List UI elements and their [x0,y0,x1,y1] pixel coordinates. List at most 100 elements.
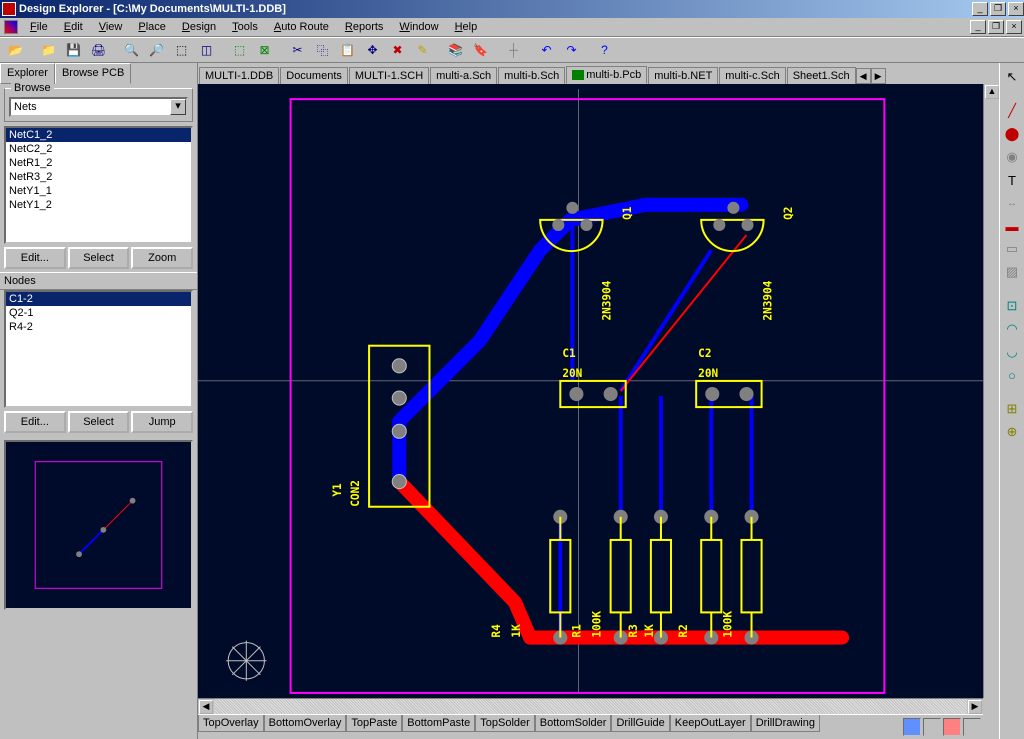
browse-combo[interactable]: Nets ▾ [9,97,188,117]
horizontal-scrollbar[interactable]: ◀ ▶ [198,698,983,714]
tb-deselect-icon[interactable]: ⊠ [253,39,276,61]
status-icon[interactable] [943,718,961,736]
close-button[interactable]: × [1008,2,1024,16]
list-item[interactable]: Q2-1 [6,306,191,320]
circle-icon[interactable]: ○ [1002,365,1022,385]
layer-tab[interactable]: DrillGuide [611,715,669,732]
status-icon[interactable] [923,718,941,736]
nets-select-button[interactable]: Select [68,247,130,269]
nets-edit-button[interactable]: Edit... [4,247,66,269]
layer-tab[interactable]: TopSolder [475,715,535,732]
tb-browse-icon[interactable]: 🔖 [469,39,492,61]
track-icon[interactable]: ╱ [1002,101,1022,121]
tb-cut-icon[interactable]: ✂ [286,39,309,61]
via-icon[interactable]: ◉ [1002,147,1022,167]
array-icon[interactable]: ⊞ [1002,399,1022,419]
tab-scroll-left-icon[interactable]: ◀ [856,68,871,84]
doc-close-button[interactable]: × [1006,20,1022,34]
tb-zoomfit-icon[interactable]: ◫ [195,39,218,61]
tb-paste-icon[interactable]: 📋 [336,39,359,61]
list-item[interactable]: NetY1_2 [6,198,191,212]
tab-browse-pcb[interactable]: Browse PCB [55,63,131,84]
nodes-jump-button[interactable]: Jump [131,411,193,433]
text-icon[interactable]: T [1002,170,1022,190]
status-icon[interactable] [963,718,981,736]
list-item[interactable]: NetC1_2 [6,128,191,142]
tb-select-icon[interactable]: ⬚ [228,39,251,61]
layer-tab[interactable]: BottomSolder [535,715,612,732]
tb-print-icon[interactable]: 🖨 [87,39,110,61]
layer-tab[interactable]: DrillDrawing [751,715,820,732]
layer-tab[interactable]: KeepOutLayer [670,715,751,732]
tb-redo-icon[interactable]: ↷ [560,39,583,61]
scroll-left-icon[interactable]: ◀ [199,700,213,714]
doc-tab[interactable]: multi-a.Sch [430,67,497,84]
tb-clear-icon[interactable]: ✖ [386,39,409,61]
tb-zoomout-icon[interactable]: 🔎 [145,39,168,61]
menu-view[interactable]: View [91,19,131,35]
doc-tab[interactable]: MULTI-1.SCH [349,67,429,84]
arc2-icon[interactable]: ◡ [1002,342,1022,362]
menu-window[interactable]: Window [391,19,446,35]
nodes-select-button[interactable]: Select [68,411,130,433]
status-icon[interactable] [903,718,921,736]
tb-open-icon[interactable]: 📂 [4,39,27,61]
doc-tab-active[interactable]: multi-b.Pcb [566,66,647,84]
component-icon[interactable]: ⊡ [1002,296,1022,316]
menu-autoroute[interactable]: Auto Route [266,19,337,35]
doc-minimize-button[interactable]: _ [970,20,986,34]
nets-zoom-button[interactable]: Zoom [131,247,193,269]
tb-edit-icon[interactable]: ✎ [411,39,434,61]
tb-grid-icon[interactable]: ┼ [502,39,525,61]
menu-file[interactable]: File [22,19,56,35]
tb-help-icon[interactable]: ? [593,39,616,61]
poly-icon[interactable]: ▨ [1002,262,1022,282]
menu-tools[interactable]: Tools [224,19,266,35]
list-item[interactable]: NetR3_2 [6,170,191,184]
cursor-icon[interactable]: ↖ [1002,67,1022,87]
fill-icon[interactable]: ▬ [1002,216,1022,236]
scroll-right-icon[interactable]: ▶ [968,700,982,714]
layer-tab[interactable]: TopPaste [346,715,402,732]
minimap[interactable] [4,440,193,610]
doc-tab[interactable]: multi-b.NET [648,67,718,84]
tb-copy-icon[interactable]: ⿻ [311,39,334,61]
chevron-down-icon[interactable]: ▾ [170,99,186,115]
tab-scroll-right-icon[interactable]: ▶ [871,68,886,84]
list-item[interactable]: C1-2 [6,292,191,306]
tb-move-icon[interactable]: ✥ [361,39,384,61]
tb-zoomin-icon[interactable]: 🔍 [120,39,143,61]
tb-zoomregion-icon[interactable]: ⬚ [170,39,193,61]
nodes-list[interactable]: C1-2 Q2-1 R4-2 [4,290,193,408]
minimize-button[interactable]: _ [972,2,988,16]
tb-folder-icon[interactable]: 📁 [37,39,60,61]
vertical-scrollbar[interactable]: ▲ [983,84,999,698]
layer-tab[interactable]: BottomPaste [402,715,475,732]
doc-tab[interactable]: Sheet1.Sch [787,67,856,84]
nets-list[interactable]: NetC1_2 NetC2_2 NetR1_2 NetR3_2 NetY1_1 … [4,126,193,244]
doc-tab[interactable]: multi-b.Sch [498,67,565,84]
app-menu-icon[interactable] [4,20,18,34]
list-item[interactable]: NetC2_2 [6,142,191,156]
tab-explorer[interactable]: Explorer [0,63,55,84]
layer-tab[interactable]: BottomOverlay [264,715,347,732]
rect-icon[interactable]: ▭ [1002,239,1022,259]
list-item[interactable]: NetY1_1 [6,184,191,198]
list-item[interactable]: NetR1_2 [6,156,191,170]
pad-icon[interactable]: ⬤ [1002,124,1022,144]
nodes-edit-button[interactable]: Edit... [4,411,66,433]
arc-icon[interactable]: ◠ [1002,319,1022,339]
tb-undo-icon[interactable]: ↶ [535,39,558,61]
menu-help[interactable]: Help [447,19,486,35]
list-item[interactable]: R4-2 [6,320,191,334]
pcb-canvas[interactable]: Y1 CON2 Q1 2N3904 Q2 2N3904 [198,84,983,698]
menu-reports[interactable]: Reports [337,19,392,35]
scroll-up-icon[interactable]: ▲ [985,85,999,99]
doc-tab[interactable]: multi-c.Sch [719,67,785,84]
restore-button[interactable]: ❐ [990,2,1006,16]
layer-tab[interactable]: TopOverlay [198,715,264,732]
doc-tab[interactable]: MULTI-1.DDB [199,67,279,84]
menu-place[interactable]: Place [130,19,174,35]
menu-edit[interactable]: Edit [56,19,91,35]
origin-icon[interactable]: ⊕ [1002,422,1022,442]
